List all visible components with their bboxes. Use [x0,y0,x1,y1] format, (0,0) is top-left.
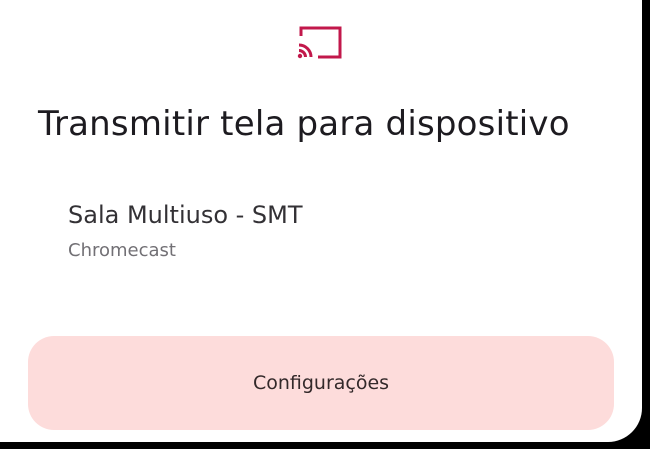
device-item[interactable]: Sala Multiuso - SMT Chromecast [28,190,608,280]
dialog-title: Transmitir tela para dispositivo [38,104,570,144]
cast-dialog: Transmitir tela para dispositivo Sala Mu… [0,0,642,442]
device-name: Sala Multiuso - SMT [68,201,303,229]
device-type: Chromecast [68,240,176,261]
cast-icon [297,26,342,59]
settings-button[interactable]: Configurações [28,336,614,430]
